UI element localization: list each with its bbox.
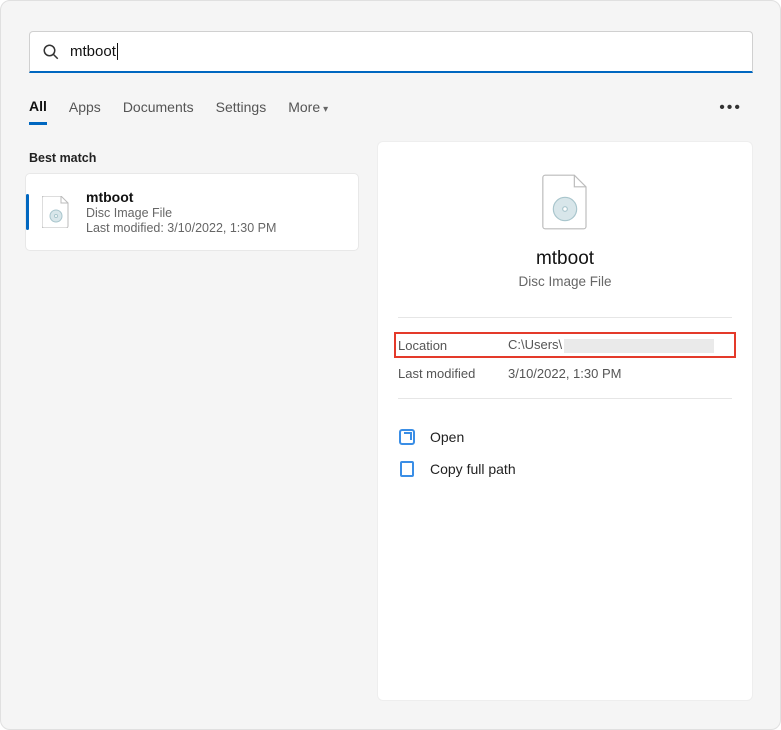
tab-all[interactable]: All	[29, 98, 47, 125]
redacted-path	[564, 339, 714, 353]
location-label: Location	[398, 338, 508, 353]
modified-row: Last modified 3/10/2022, 1:30 PM	[398, 358, 732, 388]
location-value: C:\Users\	[508, 337, 714, 353]
copy-icon	[398, 460, 416, 478]
modified-label: Last modified	[398, 366, 508, 381]
open-icon	[398, 428, 416, 446]
tab-documents[interactable]: Documents	[123, 99, 194, 123]
result-type: Disc Image File	[86, 206, 346, 220]
tab-more[interactable]: More▾	[288, 99, 328, 123]
search-query: mtboot	[70, 43, 118, 60]
preview-title: mtboot	[398, 248, 732, 270]
location-row: Location C:\Users\	[394, 332, 736, 358]
modified-value: 3/10/2022, 1:30 PM	[508, 366, 621, 381]
open-action[interactable]: Open	[398, 421, 732, 453]
preview-panel: mtboot Disc Image File Location C:\Users…	[377, 141, 753, 701]
best-match-heading: Best match	[29, 151, 96, 165]
overflow-menu-button[interactable]: •••	[719, 99, 742, 117]
result-modified: Last modified: 3/10/2022, 1:30 PM	[86, 221, 346, 235]
tab-settings[interactable]: Settings	[216, 99, 267, 123]
disc-image-file-icon	[40, 196, 72, 228]
search-icon	[42, 43, 60, 61]
selection-indicator	[26, 194, 29, 230]
copy-path-action[interactable]: Copy full path	[398, 453, 732, 485]
search-result-item[interactable]: mtboot Disc Image File Last modified: 3/…	[25, 173, 359, 251]
filter-tabs: All Apps Documents Settings More▾	[29, 96, 753, 126]
search-input[interactable]: mtboot	[29, 31, 753, 73]
search-window: mtboot All Apps Documents Settings More▾…	[0, 0, 781, 730]
disc-image-file-icon	[540, 174, 590, 230]
divider	[398, 398, 732, 399]
chevron-down-icon: ▾	[323, 104, 328, 115]
preview-type: Disc Image File	[398, 274, 732, 289]
result-title: mtboot	[86, 189, 346, 205]
tab-apps[interactable]: Apps	[69, 99, 101, 123]
